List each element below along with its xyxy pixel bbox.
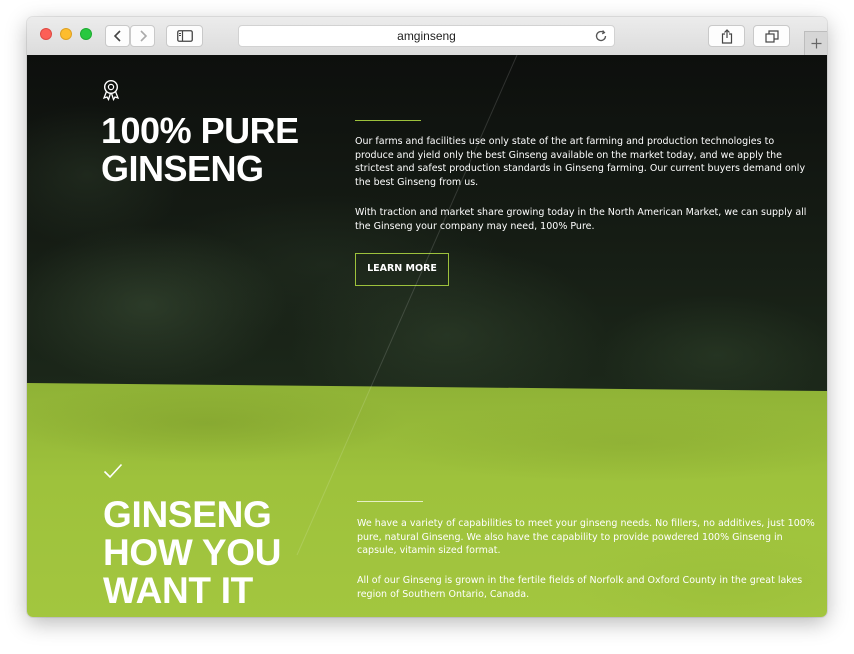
chevron-right-icon: [139, 30, 147, 42]
checkmark-icon: [103, 463, 123, 484]
sidebar-button[interactable]: [166, 25, 203, 47]
pure-title-line-1: 100% PURE: [101, 110, 299, 151]
pure-title-line-2: GINSENG: [101, 148, 264, 189]
plus-icon: [811, 38, 821, 49]
back-button[interactable]: [105, 25, 130, 47]
url-text: amginseng: [397, 29, 456, 43]
pure-paragraph-2: With traction and market share growing t…: [355, 207, 807, 232]
how-title-line-2: HOW YOU: [103, 532, 282, 573]
how-you-want-it-title: GINSENG HOW YOU WANT IT: [103, 496, 281, 610]
share-icon: [721, 28, 732, 44]
pure-ginseng-title: 100% PURE GINSENG: [101, 112, 299, 188]
minimize-window-button[interactable]: [60, 28, 72, 40]
new-tab-button[interactable]: [804, 31, 827, 55]
tabs-button[interactable]: [753, 25, 790, 47]
address-bar[interactable]: amginseng: [238, 25, 615, 47]
learn-more-button[interactable]: LEARN MORE: [355, 253, 449, 286]
close-window-button[interactable]: [40, 28, 52, 40]
pure-ginseng-section: 100% PURE GINSENG Our farms and faciliti…: [27, 55, 827, 395]
reload-icon[interactable]: [594, 29, 608, 43]
zoom-window-button[interactable]: [80, 28, 92, 40]
forward-button[interactable]: [130, 25, 155, 47]
ginseng-how-section: GINSENG HOW YOU WANT IT We have a variet…: [27, 383, 827, 617]
share-button[interactable]: [708, 25, 745, 47]
browser-toolbar: amginseng: [27, 17, 827, 56]
sidebar-icon: [176, 30, 193, 42]
how-title-line-3: WANT IT: [103, 570, 253, 611]
pure-paragraph-1: Our farms and facilities use only state …: [355, 136, 806, 188]
accent-divider: [355, 120, 421, 121]
how-paragraph-1: We have a variety of capabilities to mee…: [357, 518, 815, 556]
award-ribbon-icon: [101, 79, 121, 106]
how-paragraph-2: All of our Ginseng is grown in the ferti…: [357, 575, 803, 600]
chevron-left-icon: [113, 30, 121, 42]
accent-divider-light: [357, 501, 423, 502]
browser-window: amginseng 100% PURE GINSENG Our farms an…: [27, 17, 827, 617]
how-title-line-1: GINSENG: [103, 494, 272, 535]
page-content: 100% PURE GINSENG Our farms and faciliti…: [27, 55, 827, 617]
tabs-icon: [764, 29, 779, 43]
